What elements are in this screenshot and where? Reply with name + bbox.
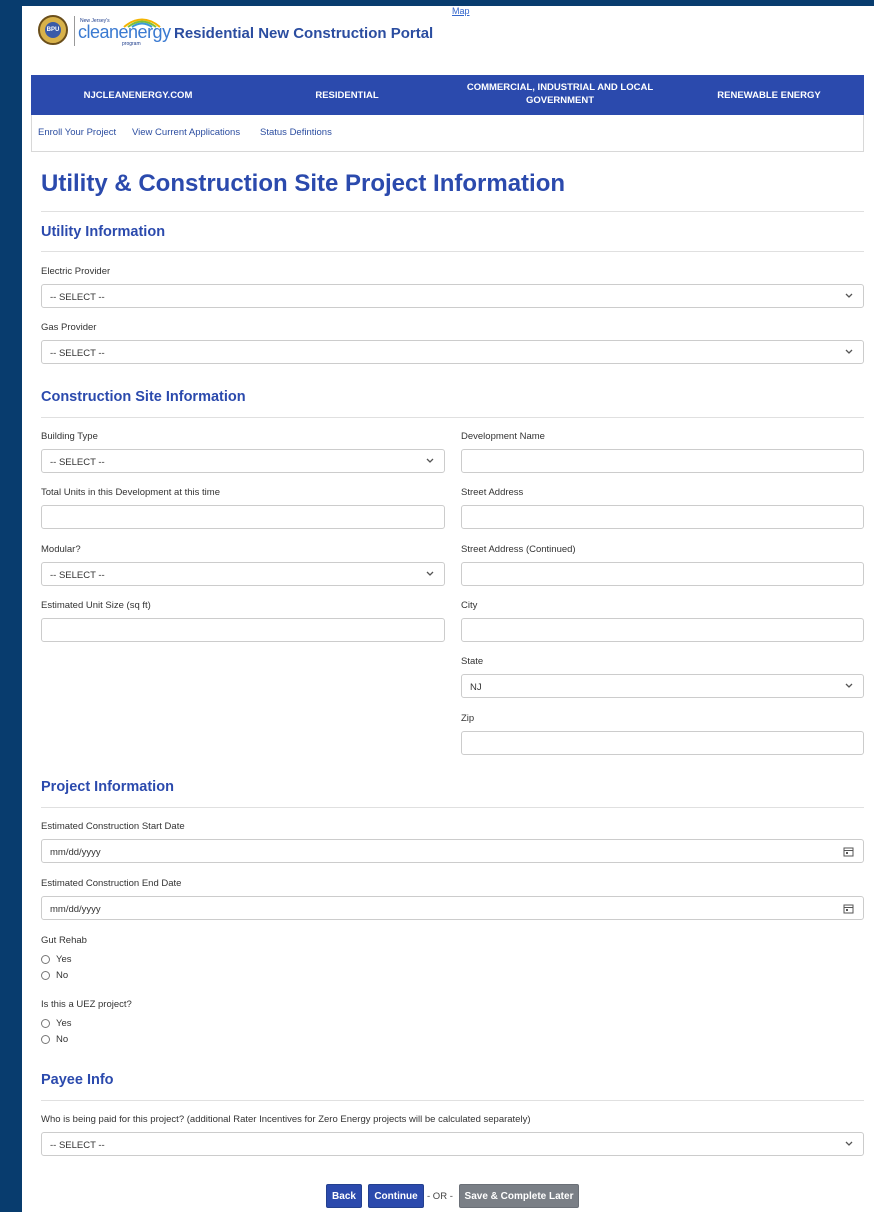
project-heading: Project Information (41, 779, 174, 795)
city-label: City (461, 600, 478, 611)
nav-item-residential[interactable]: RESIDENTIAL (307, 89, 387, 102)
development-name-input[interactable] (461, 449, 864, 473)
end-date-input[interactable]: mm/dd/yyyy (41, 896, 864, 920)
save-complete-later-button[interactable]: Save & Complete Later (459, 1184, 579, 1208)
unit-size-label: Estimated Unit Size (sq ft) (41, 600, 151, 611)
building-type-label: Building Type (41, 431, 98, 442)
building-type-select[interactable]: -- SELECT -- (41, 449, 445, 473)
calendar-icon[interactable] (843, 903, 854, 914)
gas-provider-value: -- SELECT -- (50, 348, 105, 359)
total-units-input[interactable] (41, 505, 445, 529)
nav-item-njcleanenergy[interactable]: NJCLEANENERGY.COM (79, 89, 197, 102)
subnav-view-applications[interactable]: View Current Applications (132, 127, 240, 138)
nav-item-renewable-energy[interactable]: RENEWABLE ENERGY (715, 89, 823, 102)
street-address-2-input[interactable] (461, 562, 864, 586)
utility-heading: Utility Information (41, 224, 166, 240)
chevron-down-icon (845, 349, 853, 354)
gut-rehab-label: Gut Rehab (41, 935, 87, 946)
state-select[interactable]: NJ (461, 674, 864, 698)
city-input[interactable] (461, 618, 864, 642)
gut-rehab-no-radio[interactable] (41, 971, 50, 980)
nav-item-commercial[interactable]: COMMERCIAL, INDUSTRIAL AND LOCAL GOVERNM… (461, 81, 659, 107)
gut-rehab-no-option[interactable]: No (41, 970, 68, 981)
start-date-placeholder: mm/dd/yyyy (50, 847, 101, 858)
modular-label: Modular? (41, 544, 81, 555)
payee-value: -- SELECT -- (50, 1140, 105, 1151)
zip-input[interactable] (461, 731, 864, 755)
street-address-label: Street Address (461, 487, 524, 498)
street-address-2-label: Street Address (Continued) (461, 544, 576, 555)
start-date-label: Estimated Construction Start Date (41, 821, 185, 832)
logo-program: program (122, 41, 141, 47)
gas-provider-label: Gas Provider (41, 322, 97, 333)
payee-heading: Payee Info (41, 1072, 114, 1088)
modular-select[interactable]: -- SELECT -- (41, 562, 445, 586)
total-units-label: Total Units in this Development at this … (41, 487, 220, 498)
utility-divider (41, 251, 864, 252)
electric-provider-label: Electric Provider (41, 266, 111, 277)
continue-button[interactable]: Continue (368, 1184, 424, 1208)
uez-yes-option[interactable]: Yes (41, 1018, 72, 1029)
payee-select[interactable]: -- SELECT -- (41, 1132, 864, 1156)
uez-label: Is this a UEZ project? (41, 999, 132, 1010)
site-heading: Construction Site Information (41, 389, 246, 405)
uez-yes-radio[interactable] (41, 1019, 50, 1028)
start-date-input[interactable]: mm/dd/yyyy (41, 839, 864, 863)
development-name-label: Development Name (461, 431, 545, 442)
title-divider (41, 211, 864, 212)
page-container: BPU New Jersey's cleanenergy program Res… (22, 6, 874, 1212)
electric-provider-select[interactable]: -- SELECT -- (41, 284, 864, 308)
calendar-icon[interactable] (843, 846, 854, 857)
gut-rehab-yes-option[interactable]: Yes (41, 954, 72, 965)
subnav-enroll-project[interactable]: Enroll Your Project (38, 127, 116, 138)
modular-value: -- SELECT -- (50, 570, 105, 581)
street-address-input[interactable] (461, 505, 864, 529)
uez-no-radio[interactable] (41, 1035, 50, 1044)
payee-divider (41, 1100, 864, 1101)
chevron-down-icon (426, 571, 434, 576)
gas-provider-select[interactable]: -- SELECT -- (41, 340, 864, 364)
site-header: BPU New Jersey's cleanenergy program Res… (36, 6, 856, 60)
payee-question-label: Who is being paid for this project? (add… (41, 1114, 531, 1125)
gut-rehab-yes-radio[interactable] (41, 955, 50, 964)
end-date-label: Estimated Construction End Date (41, 878, 182, 889)
page-title: Utility & Construction Site Project Info… (41, 170, 566, 197)
logo-wordmark: cleanenergy (78, 22, 171, 42)
chevron-down-icon (845, 1141, 853, 1146)
unit-size-input[interactable] (41, 618, 445, 642)
chevron-down-icon (845, 293, 853, 298)
sub-nav: Enroll Your Project View Current Applica… (31, 115, 864, 152)
site-divider (41, 417, 864, 418)
subnav-status-definitions[interactable]: Status Defintions (260, 127, 332, 138)
back-button[interactable]: Back (326, 1184, 362, 1208)
map-link[interactable]: Map (452, 6, 470, 16)
gut-rehab-no-label: No (56, 970, 69, 981)
uez-no-label: No (56, 1034, 69, 1045)
building-type-value: -- SELECT -- (50, 457, 105, 468)
state-value: NJ (470, 682, 482, 693)
bpu-seal-logo: BPU (38, 15, 68, 45)
zip-label: Zip (461, 713, 475, 724)
main-nav: NJCLEANENERGY.COM RESIDENTIAL COMMERCIAL… (31, 75, 864, 115)
uez-no-option[interactable]: No (41, 1034, 68, 1045)
seal-text: BPU (45, 22, 61, 38)
or-separator: - OR - (427, 1191, 453, 1202)
portal-title: Residential New Construction Portal (174, 25, 434, 42)
logo-divider (74, 16, 75, 46)
electric-provider-value: -- SELECT -- (50, 292, 105, 303)
state-label: State (461, 656, 484, 667)
uez-yes-label: Yes (56, 1018, 72, 1029)
end-date-placeholder: mm/dd/yyyy (50, 904, 101, 915)
chevron-down-icon (426, 458, 434, 463)
chevron-down-icon (845, 683, 853, 688)
gut-rehab-yes-label: Yes (56, 954, 72, 965)
project-divider (41, 807, 864, 808)
